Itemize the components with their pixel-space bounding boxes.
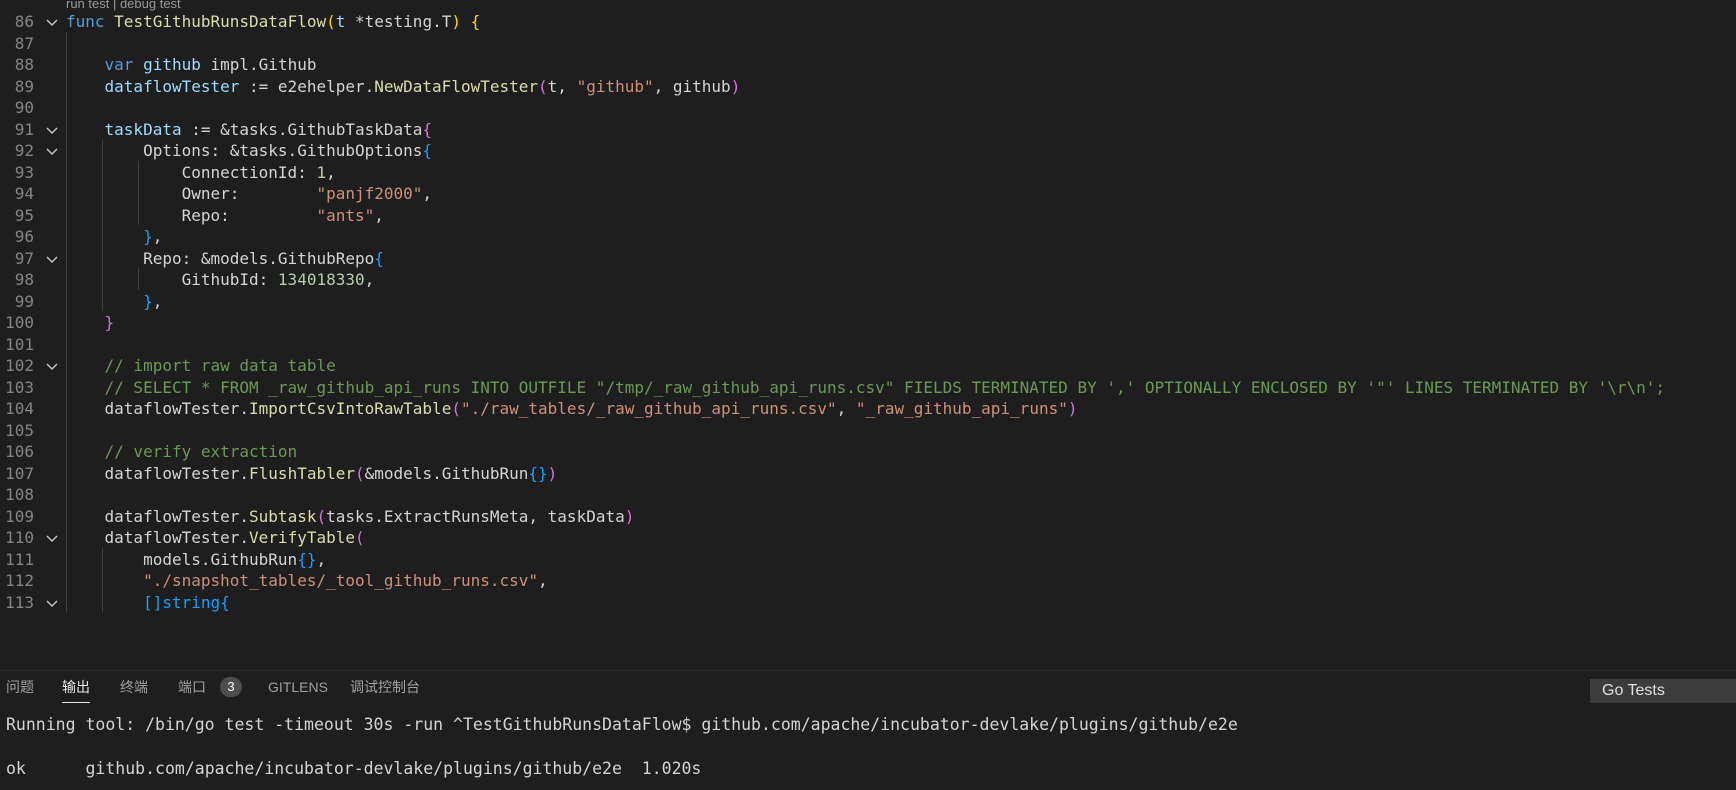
line-number: 112 bbox=[5, 571, 34, 590]
code-line: 94 Owner: "panjf2000", bbox=[0, 182, 1736, 206]
fold-chevron-icon[interactable] bbox=[44, 14, 60, 30]
line-number: 97 bbox=[14, 248, 34, 268]
line-number: 110 bbox=[5, 528, 34, 547]
panel-tab[interactable]: 输出 bbox=[62, 671, 90, 703]
code-line: 103 // SELECT * FROM _raw_github_api_run… bbox=[0, 376, 1736, 400]
line-number: 88 bbox=[14, 55, 34, 74]
fold-chevron-icon[interactable] bbox=[44, 530, 60, 546]
code-line: 104 dataflowTester.ImportCsvIntoRawTable… bbox=[0, 397, 1736, 421]
code-text: func TestGithubRunsDataFlow(t *testing.T… bbox=[66, 12, 481, 31]
code-line: 108 bbox=[0, 483, 1736, 507]
code-text: }, bbox=[143, 291, 163, 311]
code-line: 111 models.GithubRun{}, bbox=[0, 548, 1736, 572]
code-text: "./snapshot_tables/_tool_github_runs.csv… bbox=[143, 571, 548, 590]
line-number: 87 bbox=[14, 33, 34, 53]
code-text: dataflowTester.Subtask(tasks.ExtractRuns… bbox=[66, 506, 635, 526]
fold-chevron-icon[interactable] bbox=[44, 122, 60, 138]
code-text: // SELECT * FROM _raw_github_api_runs IN… bbox=[104, 377, 1666, 397]
line-number: 98 bbox=[14, 270, 34, 289]
line-number: 96 bbox=[14, 227, 34, 246]
panel-tab[interactable]: 终端 bbox=[120, 671, 148, 703]
line-number: 93 bbox=[14, 162, 34, 182]
code-line: 89 dataflowTester := e2ehelper.NewDataFl… bbox=[0, 75, 1736, 99]
line-number: 102 bbox=[5, 356, 34, 375]
ports-count-badge: 3 bbox=[220, 677, 242, 697]
code-line: 102 // import raw data table bbox=[0, 354, 1736, 378]
code-text: } bbox=[104, 313, 115, 332]
code-line: 105 bbox=[0, 419, 1736, 443]
code-text: // import raw data table bbox=[104, 356, 336, 375]
code-line: 96 }, bbox=[0, 225, 1736, 249]
line-number: 91 bbox=[14, 119, 34, 139]
code-text: dataflowTester.ImportCsvIntoRawTable("./… bbox=[66, 399, 1078, 418]
panel-tab[interactable]: 调试控制台 bbox=[350, 671, 420, 703]
line-number: 92 bbox=[14, 141, 34, 160]
code-text: }, bbox=[143, 227, 163, 246]
fold-chevron-icon[interactable] bbox=[44, 358, 60, 374]
panel-tab[interactable]: 问题 bbox=[6, 671, 34, 703]
code-line: 93 ConnectionId: 1, bbox=[0, 161, 1736, 185]
code-line: 95 Repo: "ants", bbox=[0, 204, 1736, 228]
code-text: Owner: "panjf2000", bbox=[66, 184, 433, 203]
code-line: 109 dataflowTester.Subtask(tasks.Extract… bbox=[0, 505, 1736, 529]
fold-chevron-icon[interactable] bbox=[44, 143, 60, 159]
line-number: 111 bbox=[5, 549, 34, 569]
code-text: Options: &tasks.GithubOptions{ bbox=[66, 141, 433, 160]
line-number: 95 bbox=[14, 205, 34, 225]
code-text: dataflowTester := e2ehelper.NewDataFlowT… bbox=[104, 76, 741, 96]
line-number: 94 bbox=[14, 184, 34, 203]
code-text: []string{ bbox=[143, 592, 230, 612]
code-text: // verify extraction bbox=[104, 442, 298, 461]
line-number: 104 bbox=[5, 399, 34, 418]
code-line: 112 "./snapshot_tables/_tool_github_runs… bbox=[0, 569, 1736, 593]
line-number: 113 bbox=[5, 592, 34, 612]
code-line: 106 // verify extraction bbox=[0, 440, 1736, 464]
code-text: dataflowTester.VerifyTable( bbox=[66, 528, 365, 547]
line-number: 101 bbox=[5, 334, 34, 354]
line-number: 106 bbox=[5, 442, 34, 461]
panel-tabs: 问题 输出 终端 端口 3 GITLENS 调试控制台 bbox=[0, 671, 1736, 703]
output-line: ok github.com/apache/incubator-devlake/p… bbox=[6, 759, 702, 778]
line-number: 89 bbox=[14, 76, 34, 96]
code-line: 110 dataflowTester.VerifyTable( bbox=[0, 526, 1736, 550]
code-text: GithubId: 134018330, bbox=[66, 270, 375, 289]
line-number: 90 bbox=[14, 98, 34, 117]
code-text: taskData := &tasks.GithubTaskData{ bbox=[104, 119, 433, 139]
fold-chevron-icon[interactable] bbox=[44, 595, 60, 611]
code-line: 97 Repo: &models.GithubRepo{ bbox=[0, 247, 1736, 271]
line-number: 105 bbox=[5, 420, 34, 440]
code-line: 113 []string{ bbox=[0, 591, 1736, 615]
line-number: 107 bbox=[5, 463, 34, 483]
code-line: 92 Options: &tasks.GithubOptions{ bbox=[0, 139, 1736, 163]
output-channel-select[interactable]: Go Tests bbox=[1590, 679, 1736, 703]
code-line: 101 bbox=[0, 333, 1736, 357]
panel-tab[interactable]: GITLENS bbox=[268, 671, 328, 703]
code-line: 90 bbox=[0, 96, 1736, 120]
code-line: 88 var github impl.Github bbox=[0, 53, 1736, 77]
code-line: 87 bbox=[0, 32, 1736, 56]
output-line: Running tool: /bin/go test -timeout 30s … bbox=[6, 715, 1238, 734]
line-number: 108 bbox=[5, 485, 34, 504]
code-text: var github impl.Github bbox=[104, 55, 317, 74]
code-line: 107 dataflowTester.FlushTabler(&models.G… bbox=[0, 462, 1736, 486]
code-line: 100 } bbox=[0, 311, 1736, 335]
line-number: 100 bbox=[5, 313, 34, 332]
code-line: 91 taskData := &tasks.GithubTaskData{ bbox=[0, 118, 1736, 142]
line-number: 103 bbox=[5, 377, 34, 397]
code-text: dataflowTester.FlushTabler(&models.Githu… bbox=[66, 463, 558, 483]
code-line: 99 }, bbox=[0, 290, 1736, 314]
line-number: 99 bbox=[14, 291, 34, 311]
code-editor[interactable]: run test | debug test 86 func TestGithubR… bbox=[0, 0, 1736, 670]
code-text: Repo: &models.GithubRepo{ bbox=[66, 248, 384, 268]
code-line: 86 func TestGithubRunsDataFlow(t *testing… bbox=[0, 10, 1736, 34]
code-line: 98 GithubId: 134018330, bbox=[0, 268, 1736, 292]
fold-chevron-icon[interactable] bbox=[44, 251, 60, 267]
code-text: ConnectionId: 1, bbox=[66, 162, 336, 182]
line-number: 86 bbox=[14, 12, 34, 31]
bottom-panel: 问题 输出 终端 端口 3 GITLENS 调试控制台 Go Tests Running t… bbox=[0, 670, 1736, 790]
code-text: models.GithubRun{}, bbox=[66, 549, 327, 569]
line-number: 109 bbox=[5, 506, 34, 526]
code-text: Repo: "ants", bbox=[66, 205, 384, 225]
panel-tab[interactable]: 端口 bbox=[178, 671, 206, 703]
